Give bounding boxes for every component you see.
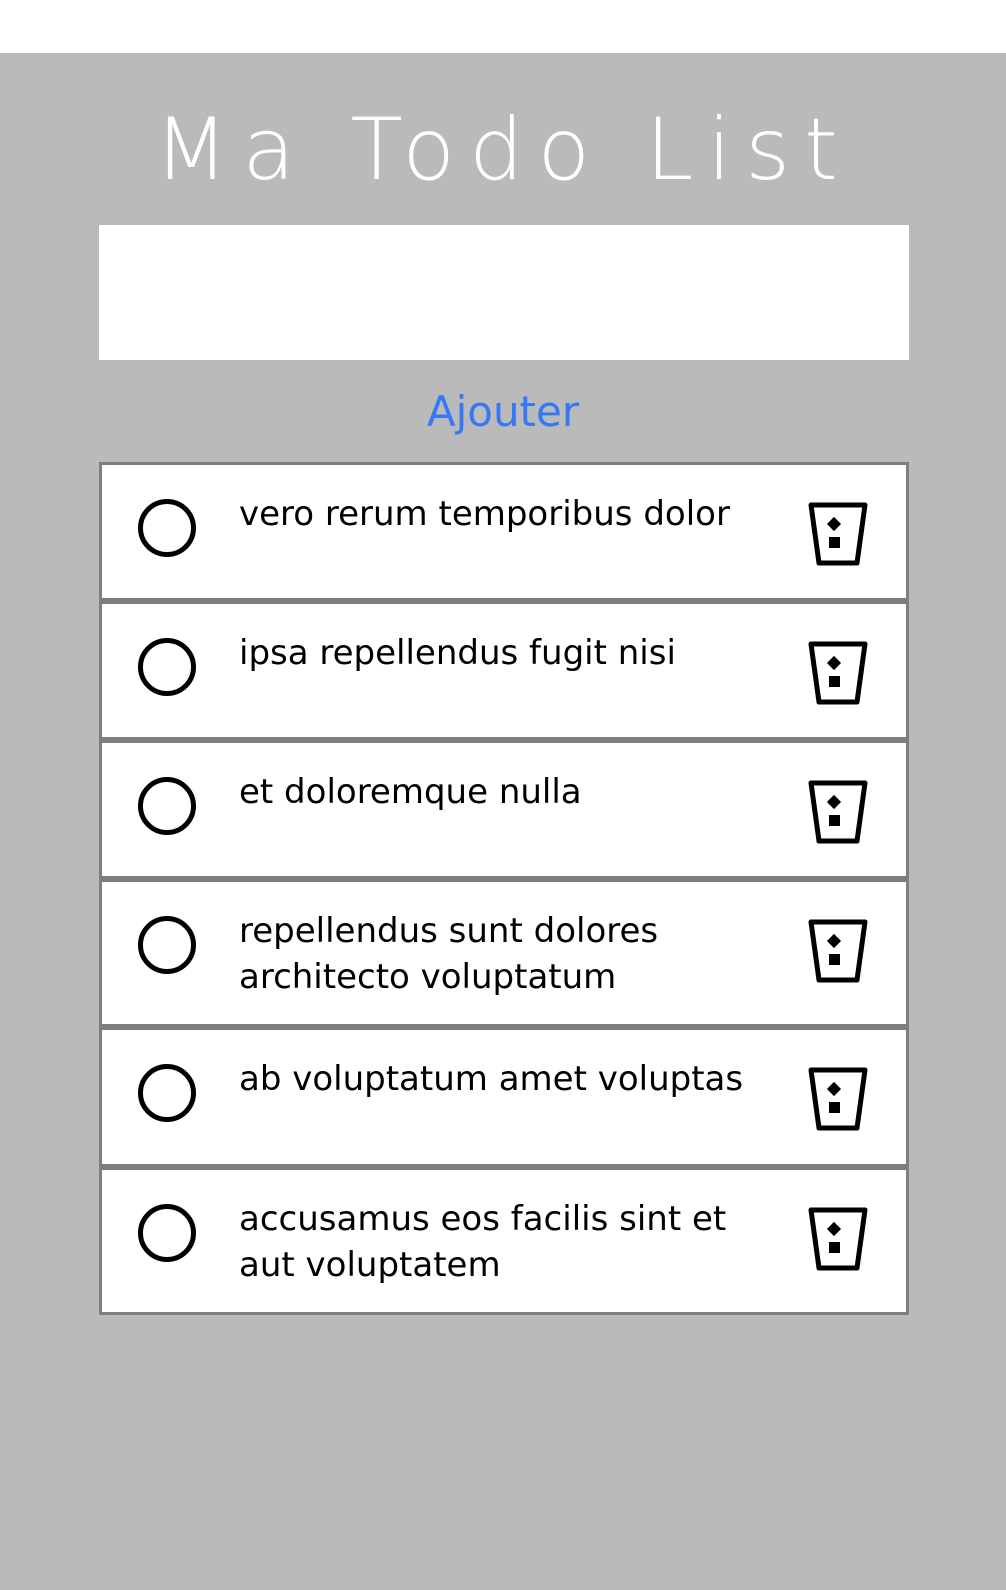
- todo-text: ab voluptatum amet voluptas: [239, 1059, 744, 1099]
- circle-outline-icon[interactable]: [138, 638, 196, 696]
- trash-icon[interactable]: [807, 501, 869, 567]
- circle-outline-icon[interactable]: [138, 499, 196, 557]
- todo-item: repellendus sunt dolores architecto volu…: [99, 879, 909, 1027]
- app-title: Ma Todo List: [154, 100, 852, 200]
- todo-item: ipsa repellendus fugit nisi: [99, 601, 909, 740]
- todo-text: ipsa repellendus fugit nisi: [239, 633, 676, 673]
- todo-text: et doloremque nulla: [239, 772, 582, 812]
- circle-outline-icon[interactable]: [138, 1204, 196, 1262]
- circle-outline-icon[interactable]: [138, 1064, 196, 1122]
- trash-icon[interactable]: [807, 1206, 869, 1272]
- todo-item: ab voluptatum amet voluptas: [99, 1027, 909, 1167]
- todo-item: et doloremque nulla: [99, 740, 909, 879]
- trash-icon[interactable]: [807, 1066, 869, 1132]
- trash-icon[interactable]: [807, 640, 869, 706]
- todo-text: vero rerum temporibus dolor: [239, 494, 730, 534]
- todo-item: vero rerum temporibus dolor: [99, 462, 909, 601]
- status-bar: [0, 0, 1006, 53]
- todo-text: accusamus eos facilis sint et aut volupt…: [239, 1199, 727, 1285]
- trash-icon[interactable]: [807, 918, 869, 984]
- add-button[interactable]: Ajouter: [403, 382, 603, 442]
- todo-text: repellendus sunt dolores architecto volu…: [239, 911, 659, 997]
- todo-item: accusamus eos facilis sint et aut volupt…: [99, 1167, 909, 1315]
- todo-input[interactable]: [99, 225, 909, 360]
- circle-outline-icon[interactable]: [138, 777, 196, 835]
- circle-outline-icon[interactable]: [138, 916, 196, 974]
- trash-icon[interactable]: [807, 779, 869, 845]
